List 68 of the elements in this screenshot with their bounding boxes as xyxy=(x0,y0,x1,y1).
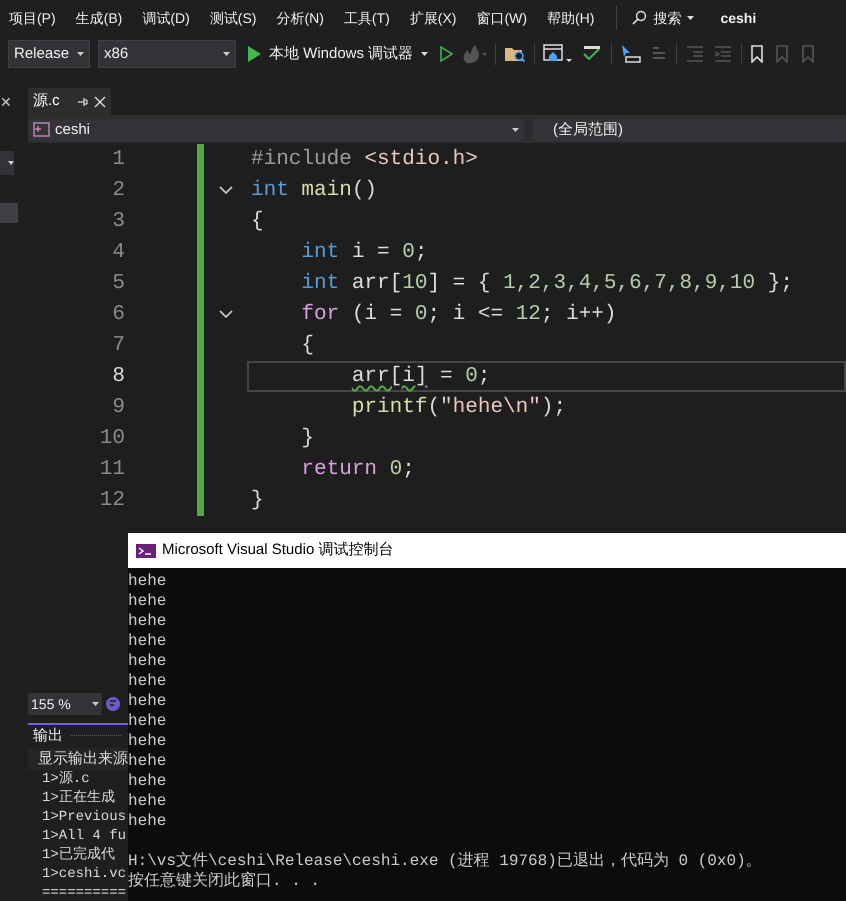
line-number: 2 xyxy=(111,178,125,204)
project-dropdown[interactable]: ceshi xyxy=(28,119,524,141)
window-title: Microsoft Visual Studio 调试控制台 xyxy=(162,540,394,560)
output-line: 1>源.c xyxy=(42,770,90,789)
menu-item[interactable]: 测试(S) xyxy=(210,8,256,28)
output-line: ========== xyxy=(42,884,126,901)
platform-dropdown[interactable]: x86 xyxy=(98,40,236,68)
output-line: 1>ceshi.vc xyxy=(42,865,126,884)
code-line: { xyxy=(251,208,264,235)
line-number: 12 xyxy=(98,488,125,514)
line-number: 1 xyxy=(111,147,125,173)
menu-item[interactable]: 项目(P) xyxy=(9,8,56,28)
line-number: 8 xyxy=(111,364,125,390)
line-number: 11 xyxy=(98,457,125,483)
menu-item[interactable]: 帮助(H) xyxy=(547,8,594,28)
console-line: hehe xyxy=(128,711,166,731)
console-line: hehe xyxy=(128,751,166,771)
code-line: return 0; xyxy=(300,456,415,483)
console-line: hehe xyxy=(128,731,166,751)
code-line: arr[i] = 0; xyxy=(350,364,490,390)
output-line: 1>All 4 fu xyxy=(42,827,126,846)
configuration-dropdown[interactable]: Release xyxy=(8,40,90,68)
line-number: 7 xyxy=(111,333,125,359)
console-line: 按任意键关闭此窗口. . . xyxy=(128,871,320,891)
output-line: 1>已完成代 xyxy=(42,846,115,865)
menu-item[interactable]: 工具(T) xyxy=(344,8,390,28)
menu-item[interactable]: 分析(N) xyxy=(276,8,324,28)
line-number: 6 xyxy=(111,302,125,328)
source-label: 显示输出来源 xyxy=(38,748,128,768)
console-line: hehe xyxy=(128,611,166,631)
code-line: for (i = 0; i <= 12; i++) xyxy=(300,302,617,328)
menu-item[interactable]: 生成(B) xyxy=(76,8,122,28)
console-line: hehe xyxy=(128,651,166,671)
code-line: int i = 0; xyxy=(300,240,428,266)
scope-dropdown[interactable]: (全局范围) xyxy=(533,119,846,141)
output-line: 1>正在生成 xyxy=(42,789,115,808)
console-line: hehe xyxy=(128,671,166,691)
console-line: H:\vs文件\ceshi\Release\ceshi.exe (进程 19768)已退出，代码为 0 (0x0)。 xyxy=(128,851,762,871)
menu-item[interactable]: 调试(D) xyxy=(142,8,190,28)
code-line: printf("hehe\n"); xyxy=(350,394,566,421)
console-line: hehe xyxy=(128,811,166,831)
console-line: hehe xyxy=(128,631,166,651)
code-line: int arr[10] = { 1,2,3,4,5,6,7,8,9,10 }; xyxy=(300,270,793,297)
console-line: hehe xyxy=(128,791,166,811)
line-number: 9 xyxy=(111,395,125,421)
menu-item[interactable]: 扩展(X) xyxy=(410,8,456,28)
output-line: 1>Previous xyxy=(42,808,126,827)
line-number: 5 xyxy=(111,271,125,297)
solution-name: ceshi xyxy=(720,8,756,28)
close-button[interactable]: ✕ xyxy=(0,94,12,108)
zoom-dropdown[interactable]: 155 % xyxy=(28,693,102,715)
console-line: hehe xyxy=(128,571,166,591)
console-line: hehe xyxy=(128,691,166,711)
search-button[interactable]: 搜索 xyxy=(631,8,694,28)
editor-tab[interactable]: 源.c xyxy=(28,88,111,115)
code-line: } xyxy=(251,488,264,514)
panel-title: 输出 xyxy=(33,726,63,746)
line-number: 3 xyxy=(111,209,125,235)
code-line: } xyxy=(300,426,314,452)
code-line: #include <stdio.h> xyxy=(251,146,478,173)
code-line: { xyxy=(300,332,314,359)
console-line: hehe xyxy=(128,591,166,611)
debug-button[interactable]: 本地 Windows 调试器 xyxy=(244,42,432,66)
line-number: 4 xyxy=(111,240,125,266)
code-line: int main() xyxy=(251,178,378,204)
line-number: 10 xyxy=(98,426,125,452)
console-line: hehe xyxy=(128,771,166,791)
menu-item[interactable]: 窗口(W) xyxy=(476,8,527,28)
